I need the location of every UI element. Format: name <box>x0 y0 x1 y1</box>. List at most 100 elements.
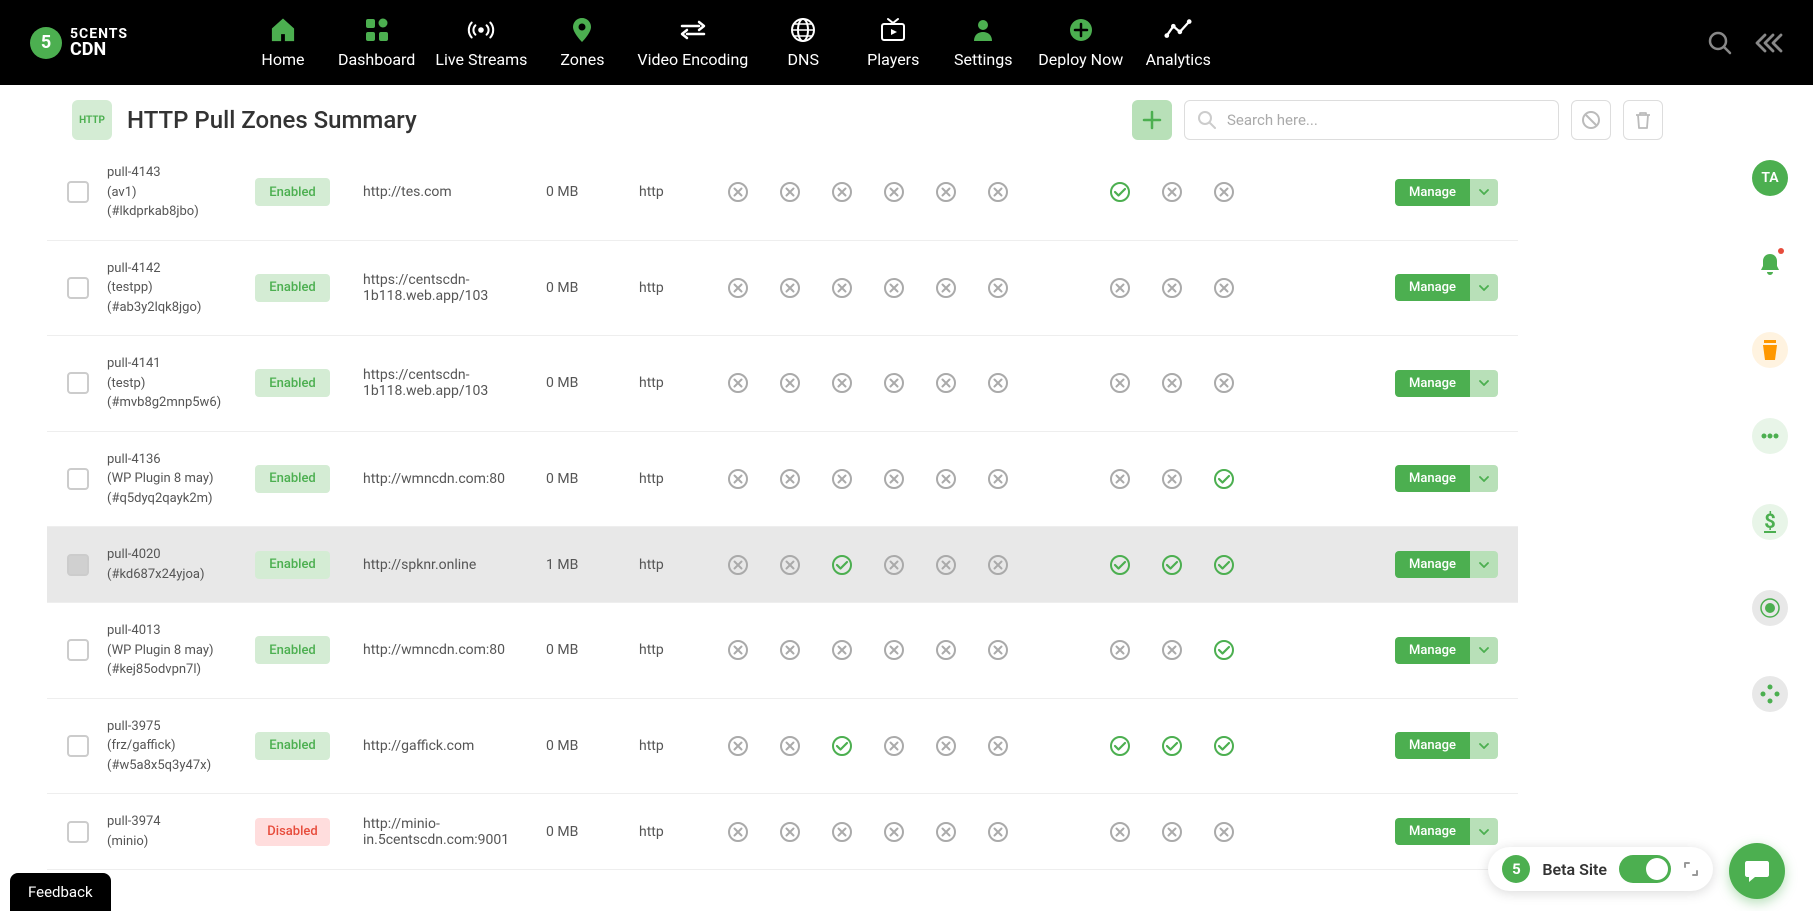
manage-button[interactable]: Manage <box>1395 274 1470 301</box>
table-row[interactable]: pull-4143(av1)(#lkdprkab8jbo)Enabledhttp… <box>47 145 1518 241</box>
delete-button[interactable] <box>1623 100 1663 140</box>
manage-button[interactable]: Manage <box>1395 370 1470 397</box>
manage-dropdown[interactable] <box>1470 551 1498 578</box>
feature-state-icon <box>779 468 801 490</box>
nav-dns[interactable]: DNS <box>768 16 838 69</box>
nav-video-encoding[interactable]: Video Encoding <box>637 16 748 69</box>
row-checkbox[interactable] <box>67 821 89 843</box>
encoding-icon <box>679 16 707 44</box>
manage-button[interactable]: Manage <box>1395 179 1470 206</box>
grid-icon <box>363 16 391 44</box>
row-checkbox[interactable] <box>67 372 89 394</box>
record-button[interactable] <box>1752 590 1788 626</box>
row-checkbox[interactable] <box>67 639 89 661</box>
row-checkbox[interactable] <box>67 468 89 490</box>
feature-state-icon <box>935 821 957 843</box>
table-row[interactable]: pull-4136(WP Plugin 8 may)(#q5dyq2qayk2m… <box>47 432 1518 528</box>
search-icon <box>1197 110 1217 130</box>
brand-logo[interactable]: 5 5CENTS CDN <box>30 27 128 59</box>
feature-state-icon <box>831 277 853 299</box>
size-value: 0 MB <box>546 738 631 754</box>
table-row[interactable]: pull-4013(WP Plugin 8 may)(#kej85odvpn7l… <box>47 603 1518 699</box>
feature-state-icon <box>935 468 957 490</box>
nav-zones[interactable]: Zones <box>547 16 617 69</box>
arrange-button[interactable] <box>1752 676 1788 712</box>
row-checkbox[interactable] <box>67 277 89 299</box>
feature-state-icon <box>1109 372 1131 394</box>
nav-live-streams[interactable]: Live Streams <box>435 16 527 69</box>
nav-dashboard[interactable]: Dashboard <box>338 16 415 69</box>
feature-states <box>727 181 1235 203</box>
nav-settings[interactable]: Settings <box>948 16 1018 69</box>
size-value: 0 MB <box>546 642 631 658</box>
feature-states <box>727 639 1235 661</box>
svg-text:$: $ <box>1764 510 1775 533</box>
beta-site-toggle[interactable]: 5 Beta Site <box>1488 847 1713 891</box>
manage-dropdown[interactable] <box>1470 637 1498 664</box>
feature-state-icon <box>1109 639 1131 661</box>
search-input[interactable] <box>1227 111 1546 129</box>
manage-button[interactable]: Manage <box>1395 732 1470 759</box>
http-badge-icon: HTTP <box>72 100 112 140</box>
feature-state-icon <box>987 735 1009 757</box>
feature-state-icon <box>727 639 749 661</box>
notifications-button[interactable] <box>1752 246 1788 282</box>
add-zone-button[interactable] <box>1132 100 1172 140</box>
size-value: 0 MB <box>546 824 631 840</box>
manage-dropdown[interactable] <box>1470 818 1498 845</box>
chat-button[interactable] <box>1729 843 1785 899</box>
zone-name: pull-4136(WP Plugin 8 may)(#q5dyq2qayk2m… <box>107 450 247 509</box>
block-button[interactable] <box>1571 100 1611 140</box>
feature-state-icon <box>727 277 749 299</box>
manage-button[interactable]: Manage <box>1395 637 1470 664</box>
nav-home[interactable]: Home <box>248 16 318 69</box>
protocol-value: http <box>639 280 714 296</box>
search-icon[interactable] <box>1707 30 1733 56</box>
analytics-icon <box>1164 16 1192 44</box>
manage-button[interactable]: Manage <box>1395 818 1470 845</box>
feature-state-icon <box>935 554 957 576</box>
status-pill: Disabled <box>255 818 330 846</box>
manage-dropdown[interactable] <box>1470 732 1498 759</box>
table-row[interactable]: pull-4020(#kd687x24yjoa)Enabledhttp://sp… <box>47 527 1518 603</box>
feature-state-icon <box>1109 735 1131 757</box>
feature-state-icon <box>987 821 1009 843</box>
feature-state-icon <box>987 372 1009 394</box>
row-checkbox[interactable] <box>67 181 89 203</box>
manage-button[interactable]: Manage <box>1395 551 1470 578</box>
table-row[interactable]: pull-3974(minio)Disabledhttp://minio-in.… <box>47 794 1518 870</box>
status-pill: Enabled <box>255 369 330 397</box>
table-row[interactable]: pull-4141(testp)(#mvb8g2mnp5w6)Enabledht… <box>47 336 1518 432</box>
size-value: 1 MB <box>546 557 631 573</box>
manage-button[interactable]: Manage <box>1395 465 1470 492</box>
feedback-button[interactable]: Feedback <box>10 873 111 911</box>
size-value: 0 MB <box>546 375 631 391</box>
collapse-icon[interactable] <box>1753 31 1783 55</box>
nav-deploy-now[interactable]: Deploy Now <box>1038 16 1123 69</box>
feature-state-icon <box>1161 554 1183 576</box>
feature-state-icon <box>1213 181 1235 203</box>
nav-players[interactable]: Players <box>858 16 928 69</box>
manage-control: Manage <box>1395 818 1498 845</box>
status-pill: Enabled <box>255 465 330 493</box>
billing-button[interactable]: $ <box>1752 504 1788 540</box>
feature-state-icon <box>935 372 957 394</box>
row-checkbox[interactable] <box>67 735 89 757</box>
toggle-switch[interactable] <box>1619 855 1671 883</box>
storage-button[interactable] <box>1752 332 1788 368</box>
beta-label: Beta Site <box>1542 860 1607 879</box>
manage-dropdown[interactable] <box>1470 179 1498 206</box>
manage-dropdown[interactable] <box>1470 465 1498 492</box>
feature-state-icon <box>1213 735 1235 757</box>
nav-analytics[interactable]: Analytics <box>1143 16 1213 69</box>
origin-url: http://gaffick.com <box>338 738 538 754</box>
search-box[interactable] <box>1184 100 1559 140</box>
row-checkbox[interactable] <box>67 554 89 576</box>
user-avatar[interactable]: TA <box>1752 160 1788 196</box>
table-row[interactable]: pull-4142(testpp)(#ab3y2lqk8jgo)Enabledh… <box>47 241 1518 337</box>
feature-state-icon <box>1213 372 1235 394</box>
more-button[interactable] <box>1752 418 1788 454</box>
manage-dropdown[interactable] <box>1470 370 1498 397</box>
manage-dropdown[interactable] <box>1470 274 1498 301</box>
table-row[interactable]: pull-3975(frz/gaffick)(#w5a8x5q3y47x)Ena… <box>47 699 1518 795</box>
